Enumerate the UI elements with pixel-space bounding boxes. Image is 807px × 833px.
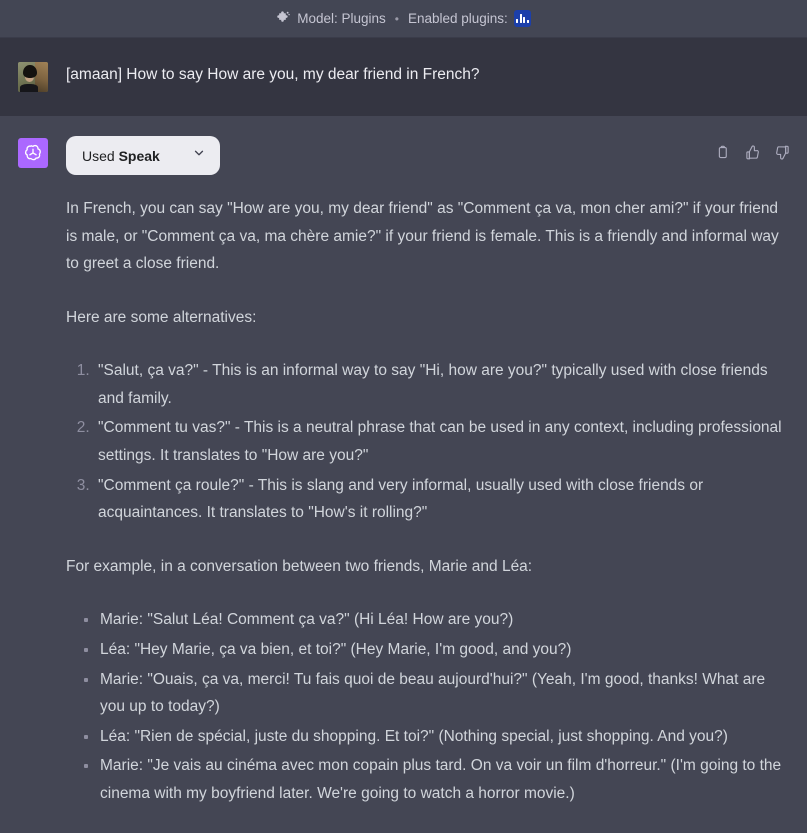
assistant-message-row: Used Speak In French, you can say "How a… <box>0 116 807 833</box>
openai-logo-avatar <box>18 138 48 168</box>
assistant-markdown-content: In French, you can say "How are you, my … <box>66 195 787 807</box>
list-item: Marie: "Salut Léa! Comment ça va?" (Hi L… <box>80 606 787 634</box>
copy-icon[interactable] <box>713 143 731 161</box>
list-item: "Salut, ça va?" - This is an informal wa… <box>94 357 787 412</box>
used-plugin-dropdown[interactable]: Used Speak <box>66 136 220 175</box>
list-item: "Comment tu vas?" - This is a neutral ph… <box>94 414 787 469</box>
separator-dot: • <box>394 11 399 26</box>
alternatives-intro: Here are some alternatives: <box>66 308 257 326</box>
message-actions <box>713 143 791 161</box>
user-message-body: [amaan] How to say How are you, my dear … <box>66 60 807 92</box>
user-message-text: [amaan] How to say How are you, my dear … <box>66 66 480 83</box>
user-photo-avatar <box>18 62 48 92</box>
speak-waveform-icon[interactable] <box>513 10 531 27</box>
used-plugin-label: Used Speak <box>82 147 160 164</box>
model-status-bar: Model: Plugins • Enabled plugins: <box>0 0 807 38</box>
example-intro: For example, in a conversation between t… <box>66 557 533 575</box>
assistant-avatar-column <box>0 136 66 833</box>
list-item: Léa: "Hey Marie, ça va bien, et toi?" (H… <box>80 636 787 664</box>
enabled-plugins-indicator: Enabled plugins: <box>408 10 531 27</box>
list-item: "Comment ça roule?" - This is slang and … <box>94 472 787 527</box>
list-item: Marie: "Je vais au cinéma avec mon copai… <box>80 752 787 807</box>
dialogue-list: Marie: "Salut Léa! Comment ça va?" (Hi L… <box>66 606 787 807</box>
user-message-row: [amaan] How to say How are you, my dear … <box>0 38 807 116</box>
model-label: Model: Plugins <box>297 11 386 26</box>
chevron-down-icon[interactable] <box>192 146 206 165</box>
answer-paragraph-1: In French, you can say "How are you, my … <box>66 200 779 273</box>
list-item: Léa: "Rien de spécial, juste du shopping… <box>80 723 787 751</box>
list-item: Marie: "Ouais, ça va, merci! Tu fais quo… <box>80 666 787 721</box>
enabled-plugins-label: Enabled plugins: <box>407 11 508 26</box>
user-avatar-column <box>0 60 66 92</box>
model-indicator: Model: Plugins <box>276 10 386 28</box>
alternatives-list: "Salut, ça va?" - This is an informal wa… <box>66 357 787 526</box>
thumbs-up-icon[interactable] <box>743 143 761 161</box>
assistant-message-body: Used Speak In French, you can say "How a… <box>66 136 807 833</box>
puzzle-piece-icon <box>276 10 291 28</box>
thumbs-down-icon[interactable] <box>773 143 791 161</box>
